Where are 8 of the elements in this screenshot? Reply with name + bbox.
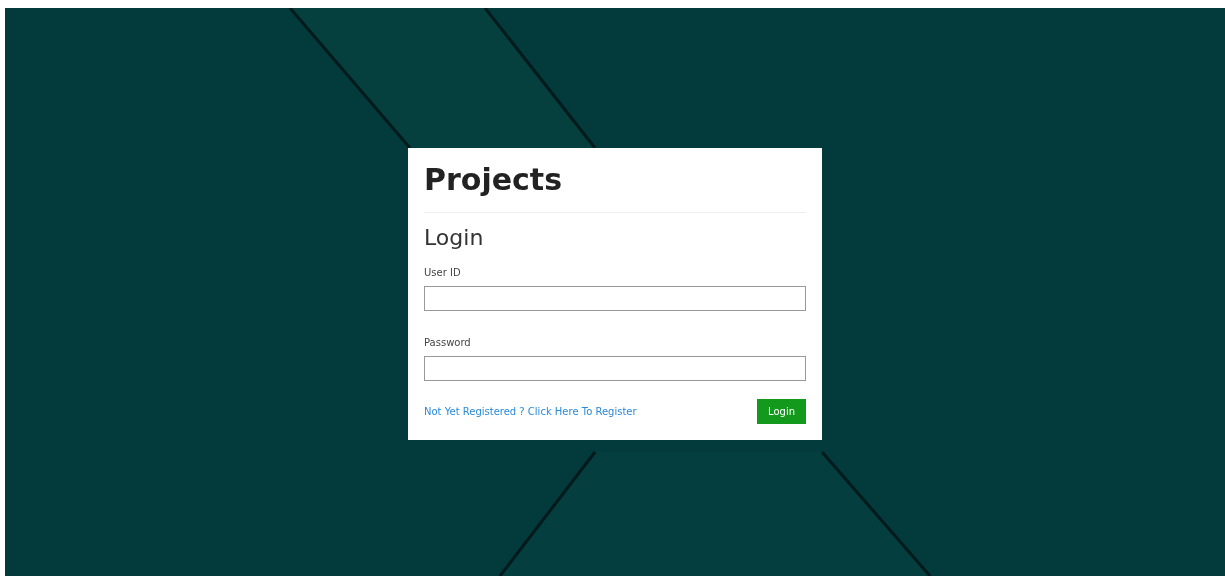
field-label: Password — [424, 336, 471, 351]
input-field[interactable] — [424, 356, 806, 382]
register-link[interactable]: Not Yet Registered ? Click Here To Register — [424, 404, 637, 420]
login-button[interactable]: Login — [757, 399, 806, 425]
field-label: User ID — [424, 266, 461, 281]
form-heading: Login — [424, 225, 485, 252]
input-field[interactable] — [424, 286, 806, 312]
app-title: Projects — [424, 162, 563, 198]
